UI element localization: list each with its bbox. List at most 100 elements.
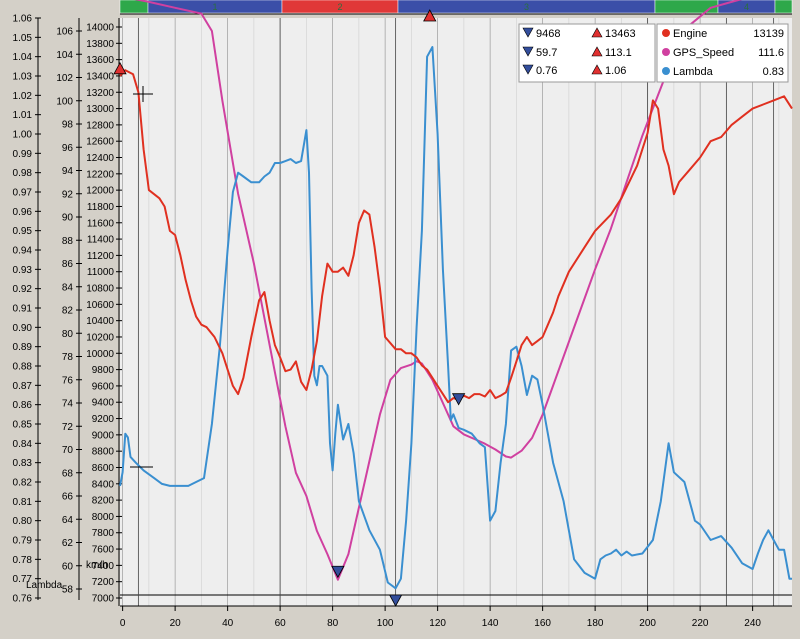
lambda-tick-label: 1.05 [13, 33, 33, 44]
legend-dot-icon [662, 29, 670, 37]
lambda-tick-label: 0.76 [13, 594, 33, 605]
engine-tick-label: 13400 [86, 71, 114, 82]
engine-tick-label: 11200 [87, 251, 115, 262]
engine-tick-label: 10600 [86, 300, 114, 311]
speed-tick-label: 70 [62, 445, 74, 456]
speed-tick-label: 68 [62, 468, 74, 479]
x-tick-label: 200 [639, 618, 656, 629]
engine-tick-label: 9000 [92, 430, 115, 441]
engine-tick-label: 9400 [92, 398, 115, 409]
segments-bar[interactable]: 1 2 3 4 [119, 0, 793, 15]
speed-tick-label: 74 [62, 399, 74, 410]
speed-tick-label: 72 [62, 422, 74, 433]
stats-min: 0.76 [536, 65, 557, 77]
lambda-tick-label: 1.04 [13, 52, 33, 63]
lambda-tick-label: 0.85 [13, 420, 33, 431]
x-tick-label: 160 [534, 618, 551, 629]
lambda-tick-label: 0.95 [13, 226, 33, 237]
engine-tick-label: 10800 [86, 284, 114, 295]
speed-tick-label: 80 [62, 329, 74, 340]
engine-tick-label: 11000 [87, 267, 115, 278]
stats-box: 9468 13463 59.7 113.1 0.76 1.06 [518, 23, 656, 83]
speed-tick-label: 92 [62, 189, 74, 200]
engine-tick-label: 11800 [87, 202, 115, 213]
legend-series-value: 13139 [753, 28, 784, 40]
engine-tick-label: 13600 [86, 55, 114, 66]
speed-tick-label: 64 [62, 515, 74, 526]
x-tick-label: 100 [377, 618, 394, 629]
segment-label: 2 [337, 2, 342, 12]
x-tick-label: 20 [170, 618, 182, 629]
x-tick-label: 80 [327, 618, 339, 629]
engine-tick-label: 13200 [86, 88, 114, 99]
engine-tick-label: 7800 [92, 528, 115, 539]
speed-tick-label: 78 [62, 352, 74, 363]
engine-tick-label: 8600 [92, 463, 115, 474]
legend[interactable]: Engine 13139 GPS_Speed 111.6 Lambda 0.83 [656, 23, 789, 83]
lambda-tick-label: 0.92 [13, 284, 33, 295]
stats-max: 1.06 [605, 65, 626, 77]
plot-area[interactable] [120, 18, 792, 606]
segment-block[interactable] [774, 0, 793, 14]
lambda-tick-label: 0.87 [13, 381, 33, 392]
engine-tick-label: 11400 [87, 235, 115, 246]
engine-tick-label: 10000 [86, 349, 114, 360]
speed-tick-label: 104 [56, 50, 73, 61]
engine-tick-label: 12600 [86, 137, 114, 148]
lambda-tick-label: 0.99 [13, 149, 33, 160]
x-tick-label: 0 [120, 618, 126, 629]
engine-tick-label: 12400 [86, 153, 114, 164]
legend-series-value: 0.83 [763, 66, 784, 78]
lambda-tick-label: 1.02 [13, 91, 33, 102]
engine-tick-label: 11600 [87, 218, 115, 229]
legend-series-value: 111.6 [758, 47, 784, 59]
speed-tick-label: 58 [62, 585, 74, 596]
lambda-tick-label: 0.81 [13, 497, 33, 508]
engine-tick-label: 8200 [92, 496, 115, 507]
x-tick-label: 180 [587, 618, 604, 629]
engine-tick-label: 8400 [92, 479, 115, 490]
segment-block[interactable] [654, 0, 719, 14]
speed-tick-label: 98 [62, 120, 74, 131]
speed-tick-label: 66 [62, 492, 74, 503]
x-tick-label: 220 [692, 618, 709, 629]
engine-tick-label: 13000 [86, 104, 114, 115]
stats-min: 9468 [536, 28, 560, 40]
x-tick-label: 40 [222, 618, 234, 629]
lambda-tick-label: 0.94 [13, 246, 33, 257]
lambda-tick-label: 0.83 [13, 458, 33, 469]
engine-tick-label: 12800 [86, 120, 114, 131]
segment-label: 4 [744, 2, 749, 12]
engine-tick-label: 13800 [86, 39, 114, 50]
lambda-tick-label: 0.86 [13, 400, 33, 411]
lambda-tick-label: 1.01 [13, 110, 33, 121]
speed-tick-label: 96 [62, 143, 74, 154]
x-tick-label: 120 [429, 618, 446, 629]
legend-item-gps-speed[interactable]: GPS_Speed 111.6 [662, 47, 784, 59]
lambda-tick-label: 0.88 [13, 362, 33, 373]
engine-tick-label: 7600 [92, 545, 115, 556]
legend-series-name: Engine [673, 28, 707, 40]
engine-tick-label: 10400 [86, 316, 114, 327]
speed-tick-label: 60 [62, 561, 74, 572]
speed-tick-label: 100 [56, 96, 73, 107]
segment-label: 3 [524, 2, 529, 12]
speed-tick-label: 90 [62, 213, 74, 224]
x-tick-label: 240 [744, 618, 761, 629]
stats-max: 13463 [605, 28, 636, 40]
lambda-tick-label: 0.89 [13, 342, 33, 353]
lambda-tick-label: 0.78 [13, 555, 33, 566]
lambda-tick-label: 0.93 [13, 265, 33, 276]
lambda-tick-label: 0.98 [13, 168, 33, 179]
lambda-axis-label: Lambda [26, 580, 63, 591]
engine-tick-label: 9600 [92, 381, 115, 392]
engine-tick-label: 7200 [92, 577, 115, 588]
x-tick-label: 140 [482, 618, 499, 629]
stats-max: 113.1 [605, 47, 632, 59]
engine-tick-label: 9800 [92, 365, 115, 376]
speed-axis-label: km/h [86, 560, 108, 571]
segment-label: 1 [212, 2, 217, 12]
speed-tick-label: 106 [56, 27, 73, 38]
segment-block[interactable] [119, 0, 149, 14]
speed-tick-label: 94 [62, 166, 74, 177]
